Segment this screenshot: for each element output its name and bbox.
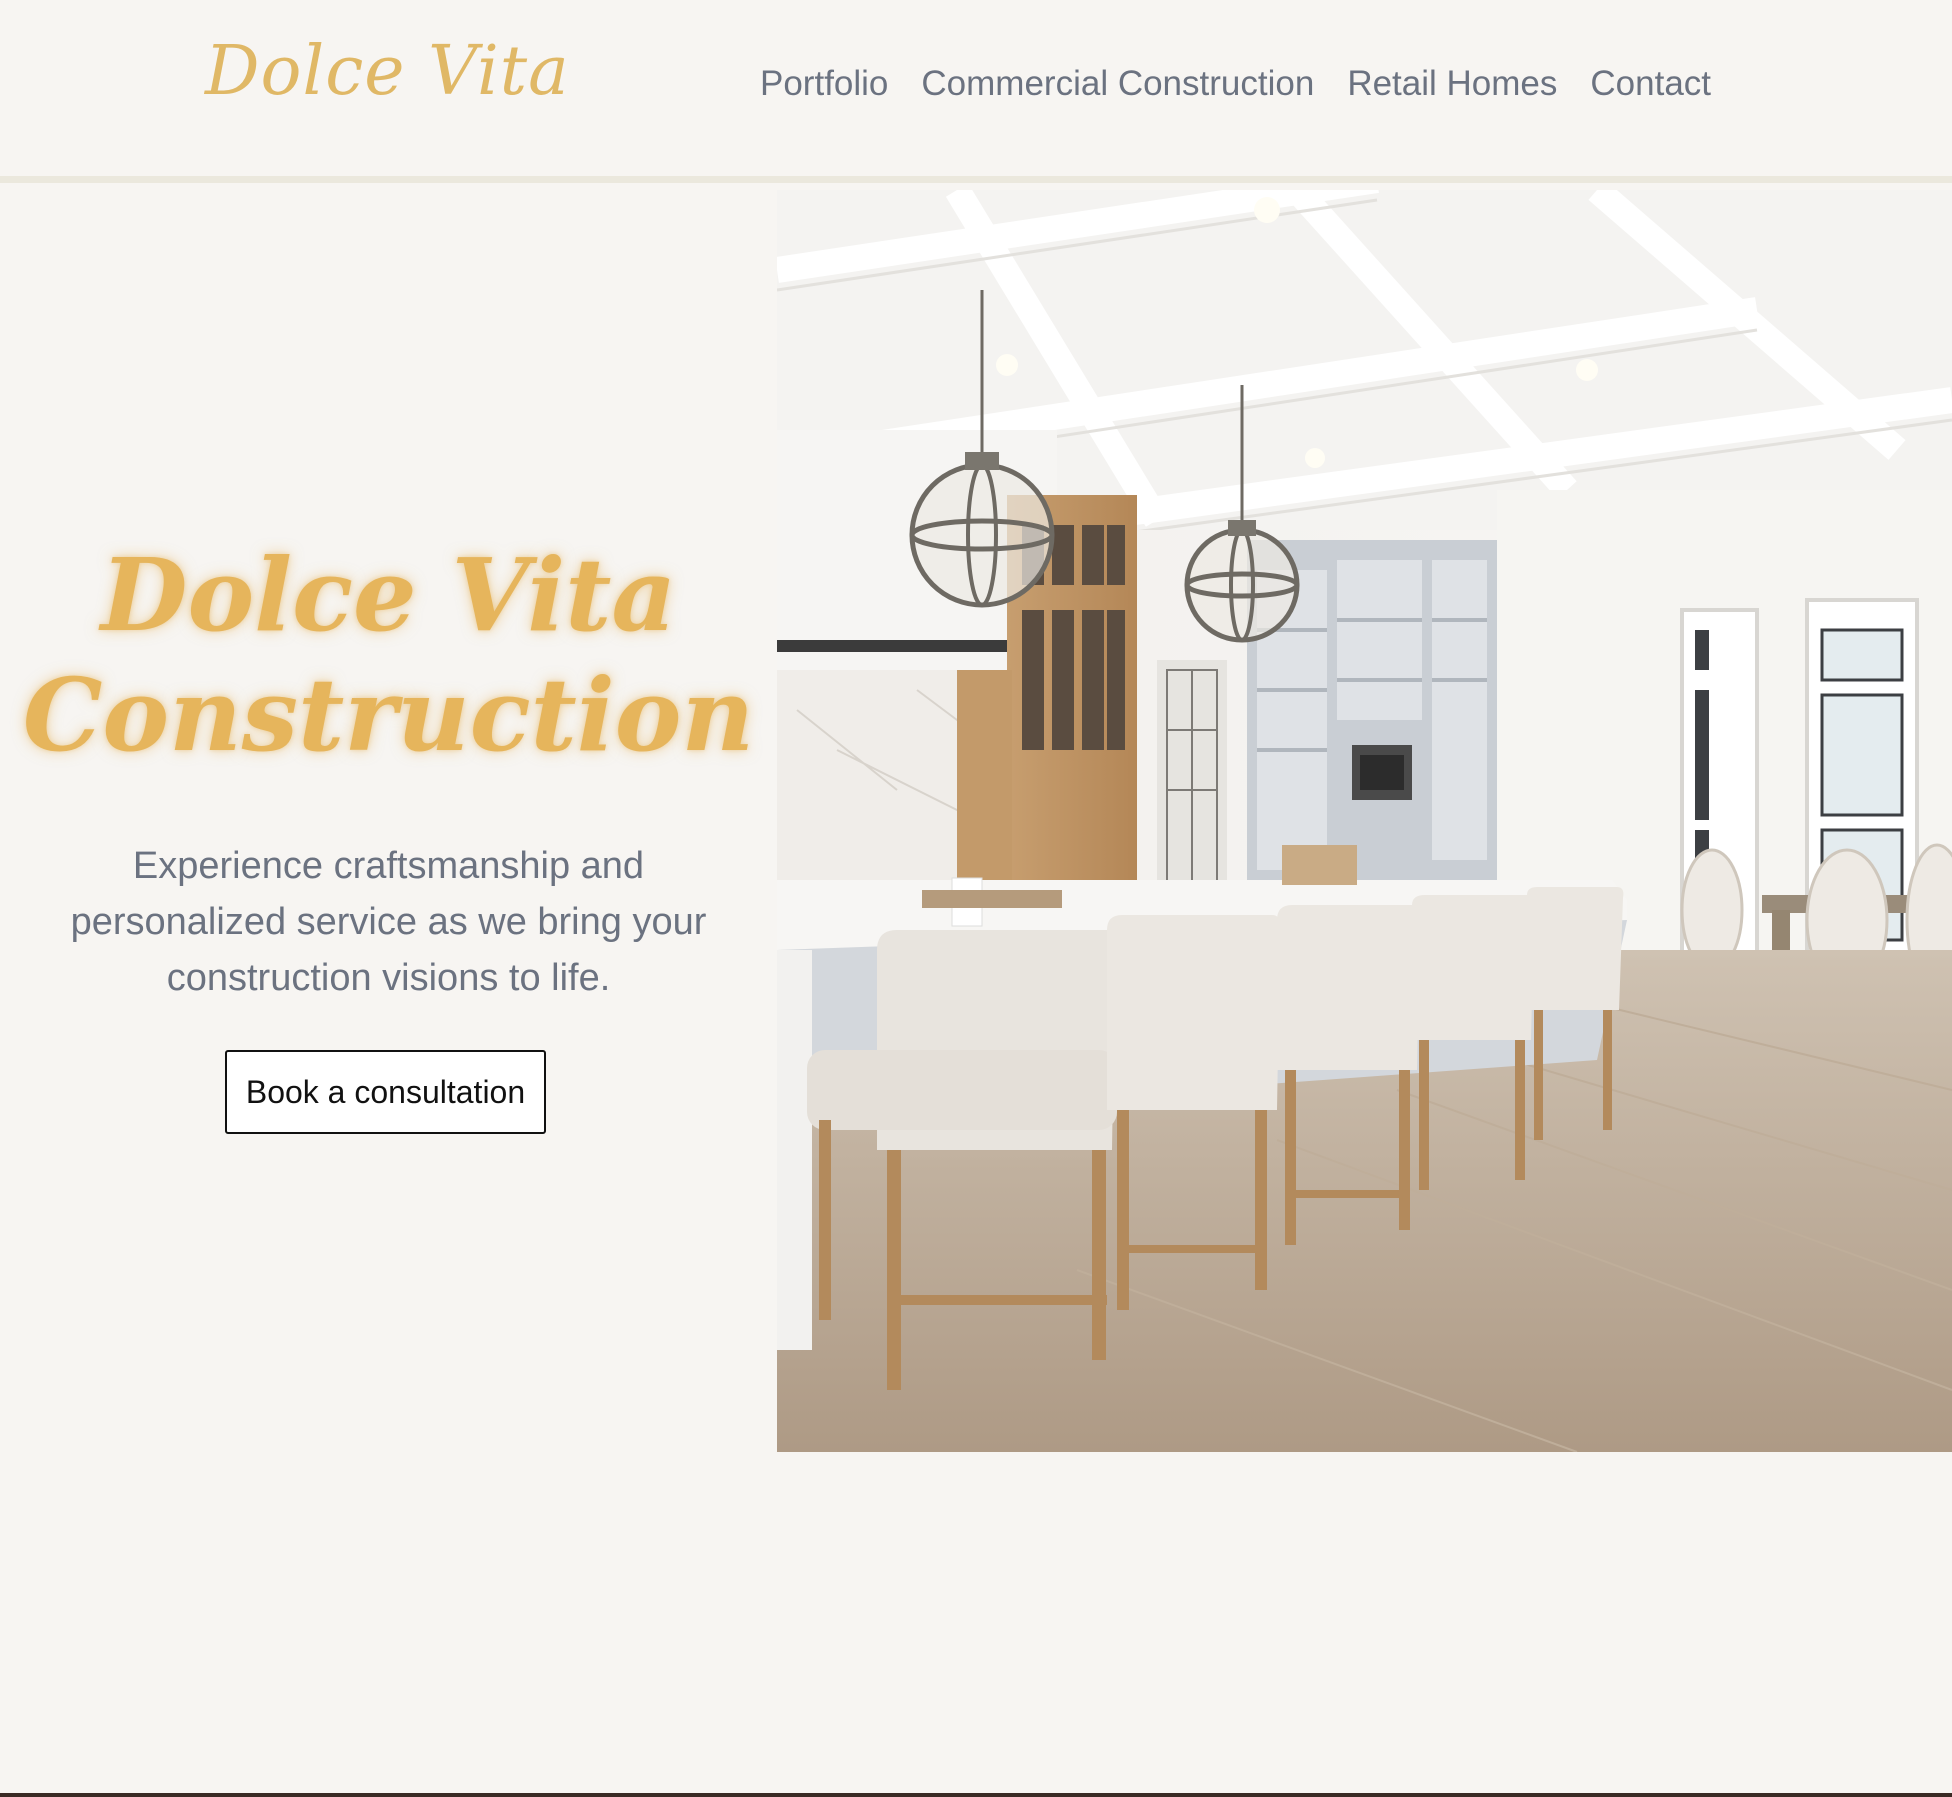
nav-link-retail-homes[interactable]: Retail Homes <box>1347 62 1557 106</box>
main-nav: Portfolio Commercial Construction Retail… <box>760 62 1711 106</box>
book-consultation-button[interactable]: Book a consultation <box>225 1050 546 1134</box>
logo[interactable]: Dolce Vita <box>205 38 570 106</box>
site-header: Dolce Vita Portfolio Commercial Construc… <box>0 0 1952 183</box>
bottom-edge <box>0 1793 1952 1797</box>
hero-title-line-2: Construction <box>22 656 755 774</box>
nav-link-contact[interactable]: Contact <box>1590 62 1711 106</box>
hero-title-line-1: Dolce Vita <box>100 536 677 654</box>
hero-image <box>777 190 1952 1452</box>
nav-link-portfolio[interactable]: Portfolio <box>760 62 888 106</box>
hero-text-panel: Dolce Vita Construction Experience craft… <box>0 190 777 1452</box>
nav-link-commercial-construction[interactable]: Commercial Construction <box>921 62 1314 106</box>
hero-subtitle: Experience craftsmanship and personalize… <box>70 845 707 999</box>
hero-title: Dolce Vita Construction <box>0 535 777 775</box>
